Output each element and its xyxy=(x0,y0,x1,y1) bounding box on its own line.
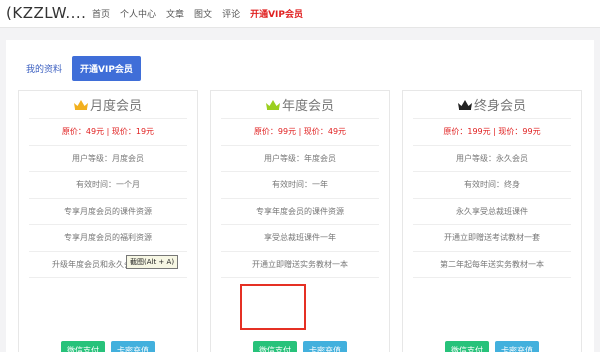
nav-gallery[interactable]: 图文 xyxy=(194,7,212,20)
lifetime-plan-card: 终身会员 原价：199元 | 现价：99元 用户等级：永久会员 有效时间：终身 … xyxy=(402,90,582,352)
tab-my-profile[interactable]: 我的资料 xyxy=(26,62,62,75)
plan-feature: 有效时间：终身 xyxy=(413,172,571,199)
plan-feature: 专享月度会员的课件资源 xyxy=(29,199,187,225)
plan-feature: 用户等级：月度会员 xyxy=(29,146,187,172)
wechat-pay-button[interactable]: 微信支付 xyxy=(445,341,489,352)
plan-feature: 专享年度会员的课件资源 xyxy=(221,199,379,225)
profile-tabs: 我的资料 开通VIP会员 xyxy=(26,56,141,81)
crown-icon xyxy=(457,99,472,110)
plan-title: 终身会员 xyxy=(473,99,526,114)
plan-feature: 开通立即赠送实务教材一本 xyxy=(221,252,379,278)
plan-feature: 有效时间：一年 xyxy=(221,172,379,199)
plan-price: 原价：99元 | 现价：49元 xyxy=(221,119,379,146)
plan-title: 年度会员 xyxy=(281,99,334,114)
highlight-box xyxy=(240,284,306,330)
screenshot-tooltip: 截图(Alt + A) xyxy=(126,255,179,269)
plan-feature: 享受总裁班课件一年 xyxy=(221,225,379,252)
tab-open-vip[interactable]: 开通VIP会员 xyxy=(72,56,141,81)
card-recharge-button[interactable]: 卡密充值 xyxy=(303,341,347,352)
top-navbar: (KZZLW.... 首页 个人中心 文章 图文 评论 开通VIP会员 xyxy=(0,0,600,28)
nav-articles[interactable]: 文章 xyxy=(166,7,184,20)
crown-icon xyxy=(265,99,280,110)
main-nav: 首页 个人中心 文章 图文 评论 开通VIP会员 xyxy=(92,7,303,20)
plan-feature: 用户等级：永久会员 xyxy=(413,146,571,172)
plan-feature: 永久享受总裁班课件 xyxy=(413,199,571,225)
plan-feature: 开通立即赠送考试教材一套 xyxy=(413,225,571,252)
nav-user-center[interactable]: 个人中心 xyxy=(120,7,156,20)
plan-feature: 专享月度会员的福利资源 xyxy=(29,225,187,252)
plan-price: 原价：199元 | 现价：99元 xyxy=(413,119,571,146)
card-header: 年度会员 xyxy=(221,91,379,119)
card-header: 月度会员 xyxy=(29,91,187,119)
card-recharge-button[interactable]: 卡密充值 xyxy=(495,341,539,352)
plan-feature: 有效时间：一个月 xyxy=(29,172,187,199)
nav-open-vip[interactable]: 开通VIP会员 xyxy=(250,7,303,20)
nav-home[interactable]: 首页 xyxy=(92,7,110,20)
card-recharge-button[interactable]: 卡密充值 xyxy=(111,341,155,352)
monthly-plan-card: 月度会员 原价：49元 | 现价：19元 用户等级：月度会员 有效时间：一个月 … xyxy=(18,90,198,352)
wechat-pay-button[interactable]: 微信支付 xyxy=(253,341,297,352)
card-header: 终身会员 xyxy=(413,91,571,119)
site-logo[interactable]: (KZZLW.... xyxy=(6,4,86,22)
plan-price: 原价：49元 | 现价：19元 xyxy=(29,119,187,146)
crown-icon xyxy=(73,99,88,110)
nav-comments[interactable]: 评论 xyxy=(222,7,240,20)
wechat-pay-button[interactable]: 微信支付 xyxy=(61,341,105,352)
plan-feature: 用户等级：年度会员 xyxy=(221,146,379,172)
plan-title: 月度会员 xyxy=(89,99,142,114)
plan-feature: 第二年起每年送实务教材一本 xyxy=(413,252,571,278)
